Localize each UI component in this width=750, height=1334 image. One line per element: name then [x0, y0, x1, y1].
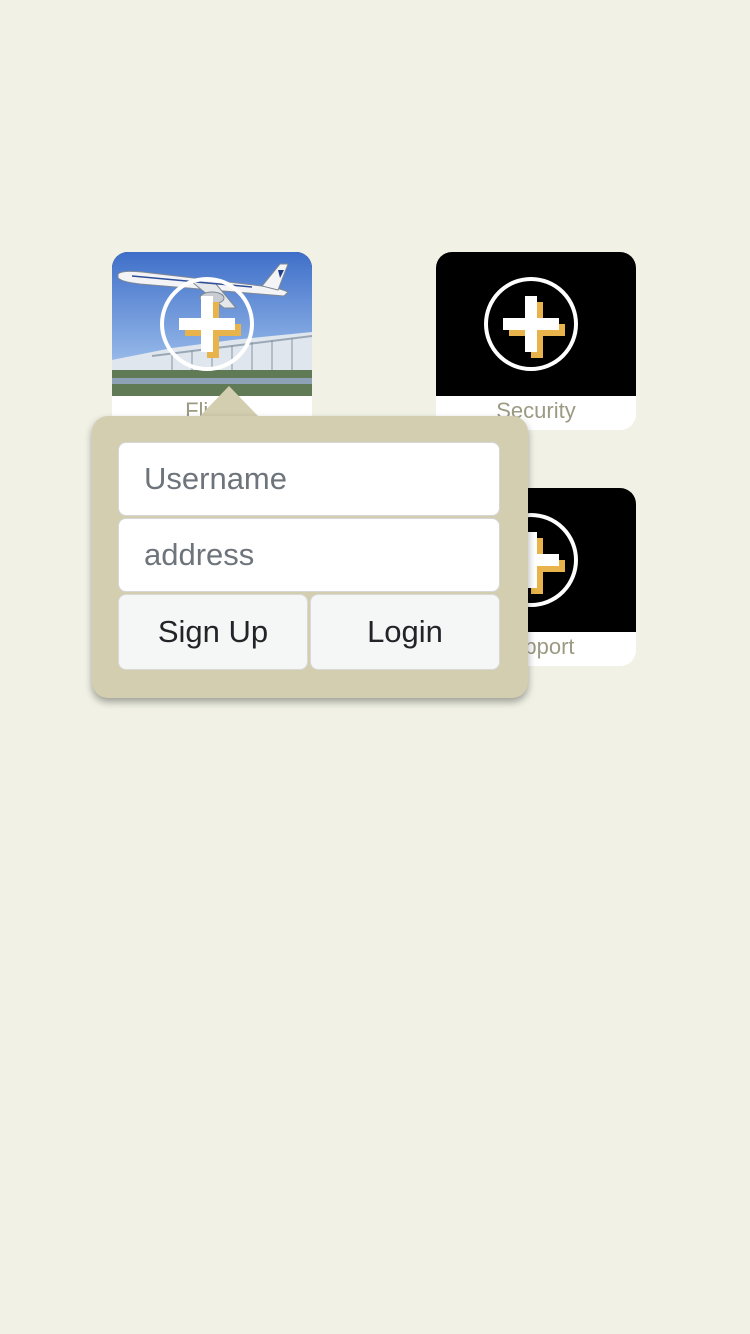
- login-button[interactable]: Login: [310, 594, 500, 670]
- airplane-photo: [112, 252, 312, 396]
- username-field[interactable]: [118, 442, 500, 516]
- plus-circle-icon: [484, 277, 578, 371]
- address-field[interactable]: [118, 518, 500, 592]
- popover-arrow: [199, 386, 259, 417]
- tile-image: [436, 252, 636, 396]
- login-popover: Sign Up Login: [92, 416, 528, 698]
- tile-security[interactable]: Security: [436, 252, 636, 430]
- plus-circle-icon: [160, 277, 254, 371]
- signup-button[interactable]: Sign Up: [118, 594, 308, 670]
